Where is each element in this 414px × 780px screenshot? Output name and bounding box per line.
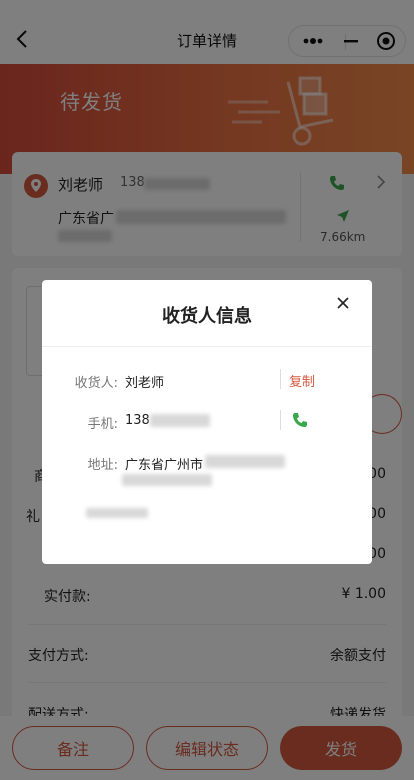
- address-label: 地址:: [87, 458, 118, 473]
- modal-title: 收货人信息: [162, 306, 252, 327]
- receiver-info-modal: 收货人信息 收货人: 刘老师 复制 手机: 138 地址: 广东省广州市: [42, 280, 372, 564]
- phone-redacted: [150, 414, 210, 427]
- phone-call-icon[interactable]: [291, 411, 309, 429]
- copy-divider: [280, 369, 281, 389]
- address-value: 广东省广州市: [125, 458, 204, 473]
- copy-button[interactable]: 复制: [289, 371, 315, 390]
- phone-value: 138: [125, 413, 150, 428]
- receiver-value: 刘老师: [125, 376, 165, 391]
- call-divider: [280, 410, 281, 430]
- address-redacted: [205, 455, 285, 468]
- address-redacted-line2: [122, 474, 212, 486]
- phone-label: 手机:: [87, 417, 118, 432]
- close-icon[interactable]: [336, 296, 350, 310]
- receiver-label: 收货人:: [74, 376, 118, 391]
- modal-divider: [42, 346, 372, 347]
- extra-redacted: [86, 508, 148, 518]
